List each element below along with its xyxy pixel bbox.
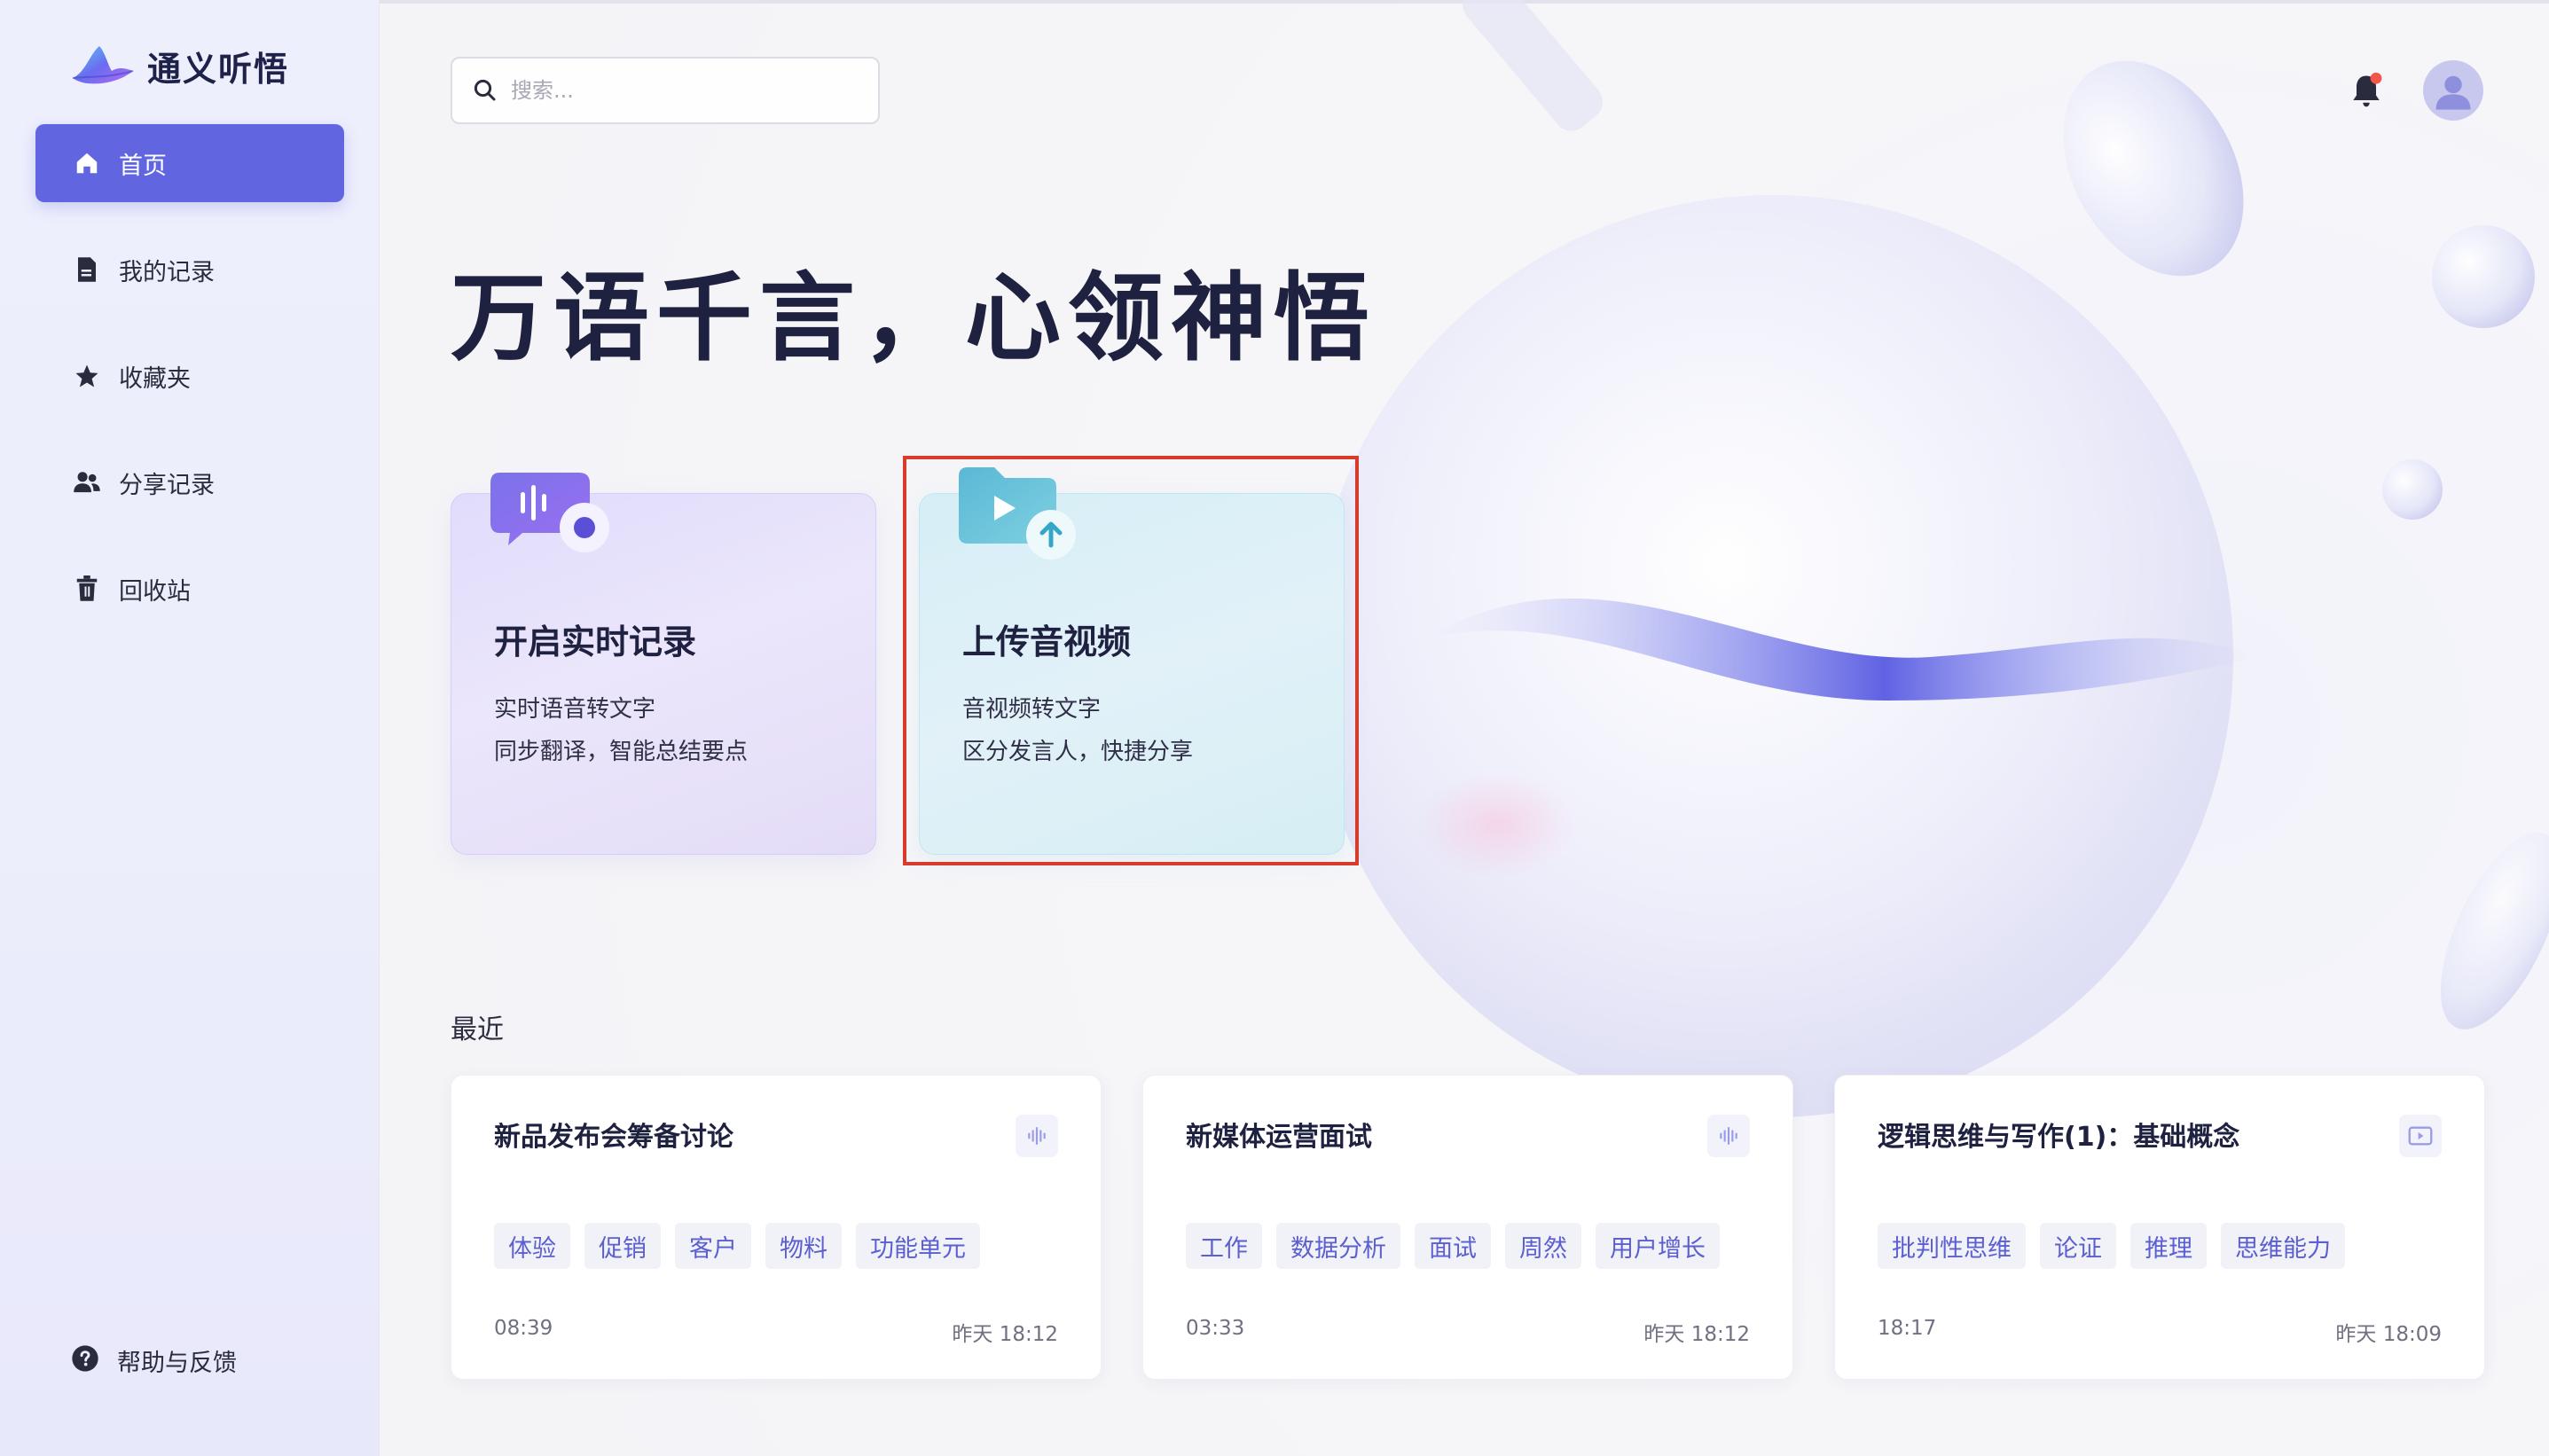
card-title: 开启实时记录 <box>494 622 697 661</box>
record-time: 昨天 18:12 <box>1643 1323 1750 1346</box>
recent-record-card[interactable]: 新媒体运营面试 工作 数据分析 面试 周然 用户增长 03:33 昨天 18:1… <box>1142 1075 1793 1380</box>
tag-list: 批判性思维 论证 推理 思维能力 <box>1878 1223 2345 1269</box>
tag-list: 工作 数据分析 面试 周然 用户增长 <box>1186 1223 1720 1269</box>
search-input[interactable] <box>511 78 866 103</box>
sidebar-item-trash[interactable]: 回收站 <box>35 550 344 628</box>
home-icon <box>73 149 101 177</box>
help-label: 帮助与反馈 <box>117 1349 237 1377</box>
upload-video-icon <box>959 467 1076 560</box>
sidebar-item-label: 回收站 <box>119 577 191 606</box>
tag-list: 体验 促销 客户 物料 功能单元 <box>494 1223 980 1269</box>
card-description-line: 同步翻译，智能总结要点 <box>494 739 749 765</box>
sidebar: 通义听悟 首页 我的记录 收藏夹 分享记录 回收站 帮助与反馈 <box>0 0 380 1456</box>
tag[interactable]: 周然 <box>1505 1223 1581 1269</box>
tag[interactable]: 推理 <box>2130 1223 2207 1269</box>
card-description-line: 区分发言人，快捷分享 <box>962 739 1194 765</box>
notification-bell-icon[interactable] <box>2347 71 2386 110</box>
star-icon <box>73 362 101 390</box>
realtime-record-icon <box>490 473 609 552</box>
video-icon <box>2399 1115 2442 1157</box>
record-duration: 18:17 <box>1878 1317 1937 1340</box>
users-icon <box>73 468 101 497</box>
sidebar-item-label: 我的记录 <box>119 258 215 286</box>
record-duration: 03:33 <box>1186 1317 1245 1340</box>
recent-section-label: 最近 <box>451 1014 504 1045</box>
logo-icon <box>72 46 134 84</box>
card-description-line: 实时语音转文字 <box>494 696 656 723</box>
tag[interactable]: 思维能力 <box>2221 1223 2345 1269</box>
card-title: 上传音视频 <box>962 622 1132 661</box>
search-box[interactable] <box>451 57 880 124</box>
tag[interactable]: 功能单元 <box>856 1223 980 1269</box>
user-avatar[interactable] <box>2423 60 2483 121</box>
sidebar-item-my-records[interactable]: 我的记录 <box>35 231 344 309</box>
sidebar-item-label: 首页 <box>119 152 167 180</box>
document-icon <box>73 255 101 284</box>
tag[interactable]: 体验 <box>494 1223 570 1269</box>
user-icon <box>2435 75 2471 110</box>
help-feedback-link[interactable]: 帮助与反馈 <box>71 1341 237 1380</box>
top-divider <box>380 0 2549 4</box>
tag[interactable]: 工作 <box>1186 1223 1262 1269</box>
trash-icon <box>73 575 101 603</box>
sidebar-item-label: 收藏夹 <box>119 364 191 393</box>
notification-dot <box>2370 72 2382 84</box>
tag[interactable]: 论证 <box>2040 1223 2116 1269</box>
record-duration: 08:39 <box>494 1317 553 1340</box>
app-logo[interactable]: 通义听悟 <box>69 39 289 92</box>
sidebar-item-home[interactable]: 首页 <box>35 124 344 202</box>
record-time: 昨天 18:09 <box>2335 1323 2442 1346</box>
tag[interactable]: 批判性思维 <box>1878 1223 2026 1269</box>
record-title: 新品发布会筹备讨论 <box>494 1122 733 1153</box>
start-realtime-record-card[interactable]: 开启实时记录 实时语音转文字 同步翻译，智能总结要点 <box>451 473 876 855</box>
help-icon <box>71 1344 99 1376</box>
audio-wave-icon <box>1707 1115 1750 1157</box>
tag[interactable]: 物料 <box>765 1223 842 1269</box>
upload-audio-video-card[interactable]: 上传音视频 音视频转文字 区分发言人，快捷分享 <box>919 467 1345 855</box>
record-title: 逻辑思维与写作(1)：基础概念 <box>1878 1122 2240 1153</box>
tag[interactable]: 用户增长 <box>1596 1223 1720 1269</box>
tag[interactable]: 促销 <box>584 1223 661 1269</box>
search-icon <box>474 79 496 101</box>
sidebar-item-shared[interactable]: 分享记录 <box>35 443 344 521</box>
card-description-line: 音视频转文字 <box>962 696 1102 723</box>
tag[interactable]: 数据分析 <box>1276 1223 1400 1269</box>
tag[interactable]: 面试 <box>1415 1223 1491 1269</box>
sidebar-item-label: 分享记录 <box>119 471 215 499</box>
recent-record-card[interactable]: 新品发布会筹备讨论 体验 促销 客户 物料 功能单元 08:39 昨天 18:1… <box>451 1075 1102 1380</box>
sidebar-item-favorites[interactable]: 收藏夹 <box>35 337 344 415</box>
record-time: 昨天 18:12 <box>952 1323 1058 1346</box>
audio-wave-icon <box>1016 1115 1058 1157</box>
hero-title: 万语千言，心领神悟 <box>451 263 1377 374</box>
recent-record-card[interactable]: 逻辑思维与写作(1)：基础概念 批判性思维 论证 推理 思维能力 18:17 昨… <box>1834 1075 2485 1380</box>
main-content: 万语千言，心领神悟 开启实时记录 实时语音转文字 同步翻译，智能总结要点 <box>380 0 2549 1456</box>
record-title: 新媒体运营面试 <box>1186 1122 1372 1153</box>
app-name: 通义听悟 <box>147 49 290 89</box>
tag[interactable]: 客户 <box>675 1223 751 1269</box>
